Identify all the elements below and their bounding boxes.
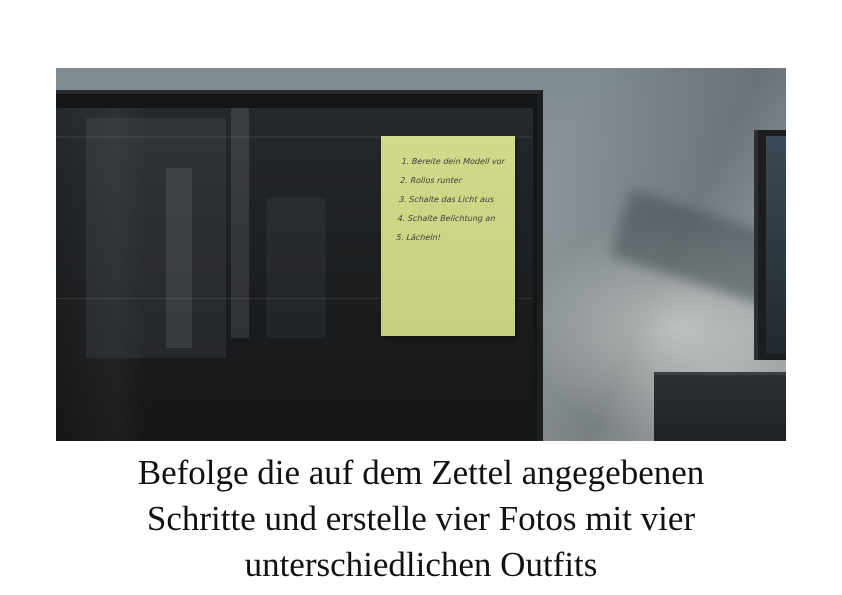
note-item: 1. Bereite dein Modell vor (401, 157, 506, 166)
screen-reflection (266, 198, 326, 338)
screen-reflection (166, 168, 192, 348)
sticky-note[interactable]: 1. Bereite dein Modell vor 2. Rollos run… (381, 136, 515, 336)
screen-reflection (86, 118, 226, 358)
second-monitor-screen (766, 136, 786, 354)
desk (654, 372, 786, 441)
instruction-caption: Befolge die auf dem Zettel angegebenen S… (0, 450, 842, 588)
note-item: 4. Schalte Belichtung an (397, 214, 496, 223)
second-monitor (754, 130, 786, 360)
note-item: 3. Schalte das Licht aus (398, 195, 495, 204)
caption-line: unterschiedlichen Outfits (244, 545, 598, 584)
caption-line: Schritte und erstelle vier Fotos mit vie… (146, 499, 696, 538)
caption-line: Befolge die auf dem Zettel angegebenen (137, 453, 705, 492)
note-item: 2. Rollos runter (400, 176, 463, 185)
screen-reflection (231, 108, 249, 338)
note-item: 5. Lächeln! (396, 233, 442, 242)
note-checklist: 1. Bereite dein Modell vor 2. Rollos run… (396, 152, 519, 247)
